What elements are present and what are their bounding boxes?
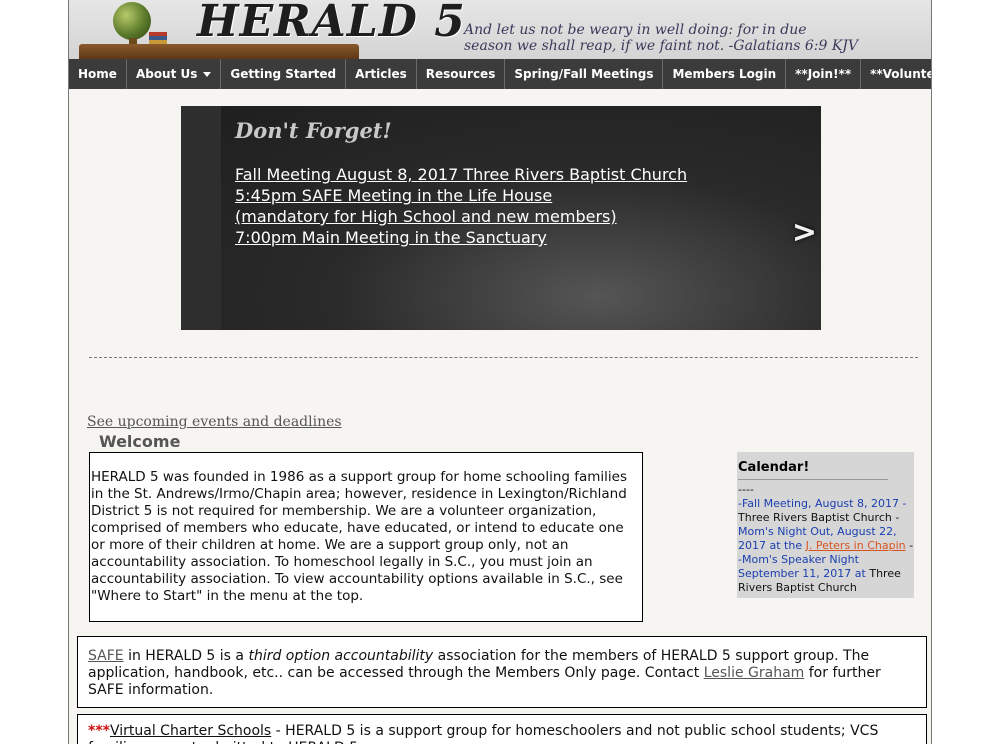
slider-title: Don't Forget! — [235, 118, 392, 143]
nav-about-us[interactable]: About Us — [127, 59, 222, 89]
calendar-event-1-date: -Fall Meeting, August 8, 2017 - — [738, 497, 907, 510]
calendar-title: Calendar! — [738, 460, 888, 480]
nav-about-us-label: About Us — [135, 67, 198, 81]
announcement-slider: Don't Forget! Fall Meeting August 8, 201… — [181, 106, 821, 330]
calendar-event-2-tail: - — [909, 539, 914, 552]
slider-line-2[interactable]: 5:45pm SAFE Meeting in the Life House — [235, 185, 755, 206]
divider — [89, 357, 918, 358]
calendar-event-1-place: Three Rivers Baptist Church - — [738, 511, 900, 524]
nav-members-login[interactable]: Members Login — [663, 59, 787, 89]
welcome-title: Welcome — [99, 432, 181, 451]
site-logo[interactable]: HERALD 5 — [197, 0, 466, 47]
verse-line-2: season we shall reap, if we faint not. -… — [464, 38, 859, 54]
events-link[interactable]: See upcoming events and deadlines — [87, 414, 342, 430]
slider-line-1[interactable]: Fall Meeting August 8, 2017 Three Rivers… — [235, 164, 755, 185]
calendar-body: ---- -Fall Meeting, August 8, 2017 - Thr… — [738, 480, 914, 595]
welcome-text: HERALD 5 was founded in 1986 as a suppor… — [91, 469, 627, 604]
calendar-event-2-link[interactable]: J. Peters in Chapin — [806, 539, 906, 552]
slider-line-4[interactable]: 7:00pm Main Meeting in the Sanctuary — [235, 227, 755, 248]
slider-line-3[interactable]: (mandatory for High School and new membe… — [235, 206, 755, 227]
calendar-panel: Calendar! ---- -Fall Meeting, August 8, … — [737, 452, 914, 598]
nav-articles[interactable]: Articles — [346, 59, 417, 89]
nav-join[interactable]: **Join!** — [786, 59, 862, 89]
main-nav: Home About Us Getting Started Articles R… — [69, 59, 931, 89]
chevron-right-icon[interactable]: > — [792, 218, 817, 248]
safe-box: SAFE in HERALD 5 is a third option accou… — [77, 636, 927, 708]
safe-link[interactable]: SAFE — [88, 648, 124, 664]
calendar-event-3-text: -Mom's Speaker Night September 11, 2017 … — [738, 553, 866, 580]
nav-meetings[interactable]: Spring/Fall Meetings — [505, 59, 664, 89]
vcs-box: ***Virtual Charter Schools - HERALD 5 is… — [77, 714, 927, 744]
books-icon — [149, 32, 167, 44]
safe-text-1: in HERALD 5 is a — [123, 648, 249, 664]
vcs-stars: *** — [88, 723, 110, 739]
site-header: HERALD 5 And let us not be weary in well… — [69, 0, 931, 59]
nav-resources[interactable]: Resources — [417, 59, 506, 89]
page-container: HERALD 5 And let us not be weary in well… — [68, 0, 932, 744]
welcome-box: HERALD 5 was founded in 1986 as a suppor… — [89, 452, 643, 622]
nav-getting-started[interactable]: Getting Started — [221, 59, 347, 89]
contact-link[interactable]: Leslie Graham — [704, 665, 805, 681]
header-verse: And let us not be weary in well doing: f… — [464, 22, 884, 54]
safe-emphasis: third option accountability — [248, 648, 434, 664]
nav-home[interactable]: Home — [69, 59, 127, 89]
vcs-link[interactable]: Virtual Charter Schools — [110, 723, 271, 739]
verse-line-1: And let us not be weary in well doing: f… — [464, 22, 807, 38]
chevron-down-icon — [203, 72, 212, 77]
slider-content: Fall Meeting August 8, 2017 Three Rivers… — [235, 164, 755, 248]
globe-icon — [113, 2, 151, 40]
calendar-separator: ---- — [738, 483, 754, 496]
nav-volunteer[interactable]: **Volunteer!** — [861, 59, 931, 89]
slider-edge — [181, 106, 221, 330]
